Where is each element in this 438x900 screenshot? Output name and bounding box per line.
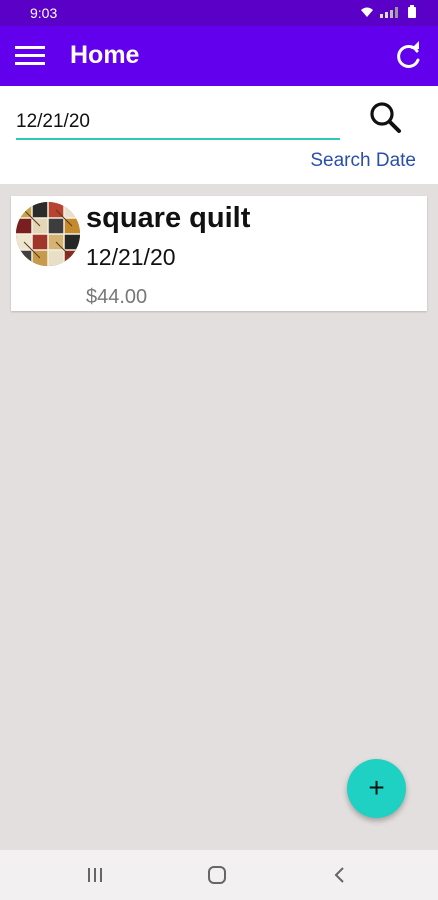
back-button[interactable] xyxy=(327,862,353,888)
date-search-input[interactable] xyxy=(16,106,340,140)
search-date-link[interactable]: Search Date xyxy=(310,150,416,172)
list-item[interactable]: square quilt 12/21/20 $44.00 xyxy=(11,196,427,311)
menu-button[interactable] xyxy=(14,41,46,71)
system-nav-bar xyxy=(0,850,438,900)
home-icon xyxy=(208,866,226,884)
search-panel: Search Date xyxy=(0,86,438,184)
home-button[interactable] xyxy=(204,862,230,888)
search-button[interactable] xyxy=(366,98,406,138)
refresh-icon xyxy=(397,41,420,68)
status-time: 9:03 xyxy=(30,5,58,21)
plus-icon: + xyxy=(368,772,385,803)
wifi-icon xyxy=(361,7,373,17)
recent-apps-button[interactable] xyxy=(82,862,108,888)
hamburger-menu-icon xyxy=(15,46,45,65)
signal-icon xyxy=(380,6,398,18)
item-title: square quilt xyxy=(86,202,251,234)
recent-apps-icon xyxy=(88,868,102,882)
quilt-thumbnail xyxy=(16,202,80,266)
page-title: Home xyxy=(70,41,140,69)
item-price: $44.00 xyxy=(86,286,148,308)
battery-icon xyxy=(408,5,416,18)
back-icon xyxy=(334,867,344,883)
status-icons xyxy=(360,5,416,18)
add-item-button[interactable]: + xyxy=(347,759,406,818)
item-date: 12/21/20 xyxy=(86,244,176,270)
status-bar: 9:03 xyxy=(0,0,438,26)
search-icon xyxy=(370,102,401,133)
refresh-button[interactable] xyxy=(392,40,424,72)
app-bar: Home xyxy=(0,26,438,86)
